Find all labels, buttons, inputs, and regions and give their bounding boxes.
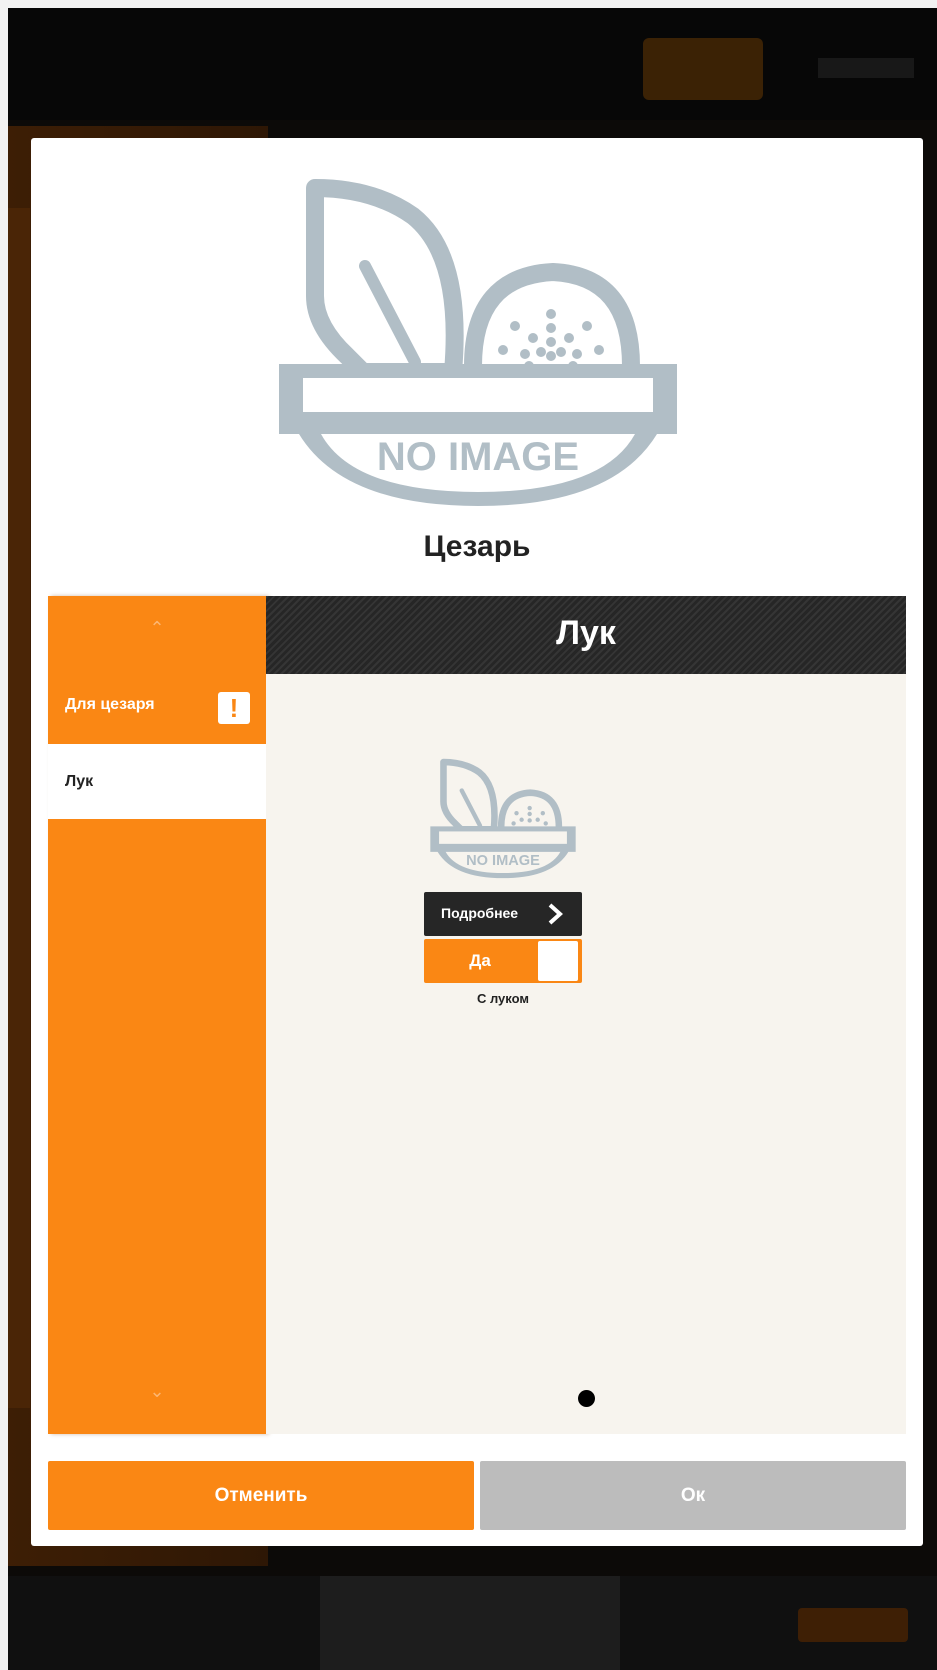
option-toggle[interactable]: Да bbox=[424, 939, 582, 983]
no-image-text: NO IMAGE bbox=[466, 853, 540, 869]
no-image-placeholder-icon: NO IMAGE bbox=[279, 179, 677, 506]
background-header-info bbox=[818, 58, 914, 78]
ok-button[interactable]: Ок bbox=[480, 1461, 906, 1530]
scroll-down-icon[interactable]: ⌄ bbox=[48, 1381, 266, 1402]
product-title: Цезарь bbox=[423, 530, 531, 563]
group-header: Лук bbox=[266, 596, 906, 674]
background-strip bbox=[8, 208, 30, 1408]
modifier-group-sidebar: ⌃ Для цезаря ! Лук ⌄ bbox=[48, 596, 266, 1434]
cancel-button[interactable]: Отменить bbox=[48, 1461, 474, 1530]
toggle-knob[interactable] bbox=[538, 941, 578, 981]
group-header-title: Лук bbox=[556, 614, 616, 652]
background-header bbox=[8, 8, 937, 120]
sidebar-item-label: Для цезаря bbox=[65, 696, 155, 713]
chevron-right-icon bbox=[548, 903, 563, 925]
no-image-placeholder-icon: NO IMAGE bbox=[430, 758, 576, 879]
sidebar-item-for-caesar[interactable]: Для цезаря ! bbox=[48, 668, 266, 744]
scroll-up-icon[interactable]: ⌃ bbox=[48, 618, 266, 639]
sidebar-item-label: Лук bbox=[65, 773, 94, 790]
background-footer-badge bbox=[798, 1608, 908, 1642]
modifier-dialog: NO IMAGE Цезарь ⌃ Для цезаря ! Лук ⌄ Лук bbox=[31, 138, 923, 1546]
page-indicator-dot[interactable] bbox=[578, 1390, 595, 1407]
modifier-content: Лук NO IMAGE Подробнее Да С луком bbox=[266, 596, 906, 1434]
no-image-text: NO IMAGE bbox=[377, 435, 579, 479]
background-header-button bbox=[643, 38, 763, 100]
cancel-button-label: Отменить bbox=[214, 1485, 308, 1506]
ok-button-label: Ок bbox=[680, 1485, 706, 1506]
toggle-label: Да bbox=[469, 951, 491, 970]
background-footer-middle bbox=[320, 1576, 620, 1670]
details-button[interactable]: Подробнее bbox=[424, 892, 582, 936]
warning-icon: ! bbox=[218, 692, 250, 724]
option-caption: С луком bbox=[476, 991, 530, 1006]
details-button-label: Подробнее bbox=[441, 905, 519, 921]
sidebar-item-onion[interactable]: Лук bbox=[48, 744, 266, 819]
